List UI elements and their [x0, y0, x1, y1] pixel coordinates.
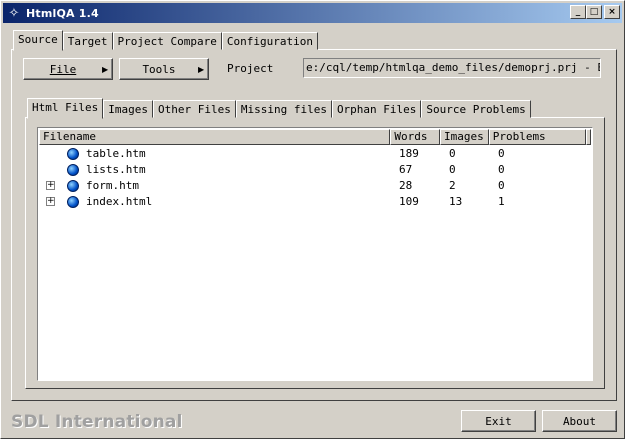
tab-source-problems[interactable]: Source Problems [421, 100, 531, 118]
minimize-button[interactable]: _ [570, 5, 586, 19]
chevron-right-icon: ▶ [198, 64, 205, 74]
html-file-icon [67, 164, 79, 176]
about-button-label: About [562, 414, 597, 428]
brand-logo: SDL International [11, 412, 183, 432]
column-header-filler [586, 129, 591, 145]
row-filename: form.htm [86, 179, 139, 192]
grid-header: Filename Words Images Problems [39, 129, 591, 145]
row-images: 0 [449, 147, 456, 160]
project-label: Project [227, 62, 274, 75]
table-row[interactable]: lists.htm 67 0 0 [39, 162, 591, 178]
row-words: 189 [399, 147, 419, 160]
tab-configuration[interactable]: Configuration [221, 32, 318, 50]
expand-plus-icon[interactable]: + [46, 197, 55, 206]
table-row[interactable]: + form.htm 28 2 0 [39, 178, 591, 194]
about-button[interactable]: About [542, 410, 617, 432]
expand-plus-icon[interactable]: + [46, 181, 55, 190]
app-window: ✧ HtmlQA 1.4 _ □ × Source Target Project… [0, 0, 625, 439]
project-path-field[interactable]: e:/cql/temp/htmlqa_demo_files/demoprj.pr… [303, 58, 601, 78]
row-words: 109 [399, 195, 419, 208]
chevron-right-icon: ▶ [102, 64, 109, 74]
tab-project-compare[interactable]: Project Compare [112, 32, 222, 50]
tab-orphan-files[interactable]: Orphan Files [331, 100, 422, 118]
tab-missing-files[interactable]: Missing files [235, 100, 332, 118]
row-images: 2 [449, 179, 456, 192]
app-logo-icon: ✧ [8, 5, 20, 21]
title-buttons: _ □ × [570, 5, 620, 19]
tools-button-label: Tools [142, 62, 176, 76]
tab-images[interactable]: Images [103, 100, 153, 118]
row-images: 0 [449, 163, 456, 176]
exit-button-label: Exit [485, 414, 512, 428]
html-file-icon [67, 148, 79, 160]
tab-source[interactable]: Source [13, 30, 63, 51]
file-button-label: File [49, 62, 77, 76]
html-files-grid: Filename Words Images Problems table.htm… [37, 127, 593, 381]
title-bar[interactable]: ✧ HtmlQA 1.4 _ □ × [3, 3, 622, 23]
row-problems: 0 [498, 179, 505, 192]
close-button[interactable]: × [604, 5, 620, 19]
grid-rows: table.htm 189 0 0 lists.htm 67 0 0 + for… [39, 146, 591, 210]
row-filename: lists.htm [86, 163, 146, 176]
column-header-problems[interactable]: Problems [488, 129, 586, 145]
row-images: 13 [449, 195, 463, 208]
tools-menu-button[interactable]: Tools ▶ [119, 58, 209, 80]
main-tab-strip: Source Target Project Compare Configurat… [13, 30, 318, 51]
column-header-images[interactable]: Images [440, 129, 489, 145]
row-filename: table.htm [86, 147, 146, 160]
tab-other-files[interactable]: Other Files [152, 100, 236, 118]
html-file-icon [67, 180, 79, 192]
inner-tab-strip: Html Files Images Other Files Missing fi… [27, 98, 531, 119]
column-header-filename[interactable]: Filename [39, 129, 391, 145]
tab-html-files[interactable]: Html Files [27, 98, 104, 119]
row-filename: index.html [86, 195, 153, 208]
window-title: HtmlQA 1.4 [26, 6, 99, 20]
html-file-icon [67, 196, 79, 208]
column-header-words[interactable]: Words [390, 129, 441, 145]
row-words: 28 [399, 179, 413, 192]
row-words: 67 [399, 163, 413, 176]
table-row[interactable]: table.htm 189 0 0 [39, 146, 591, 162]
table-row[interactable]: + index.html 109 13 1 [39, 194, 591, 210]
row-problems: 1 [498, 195, 505, 208]
file-menu-button[interactable]: File ▶ [23, 58, 113, 80]
tab-target[interactable]: Target [62, 32, 113, 50]
row-problems: 0 [498, 163, 505, 176]
maximize-button[interactable]: □ [586, 5, 602, 19]
row-problems: 0 [498, 147, 505, 160]
exit-button[interactable]: Exit [461, 410, 536, 432]
